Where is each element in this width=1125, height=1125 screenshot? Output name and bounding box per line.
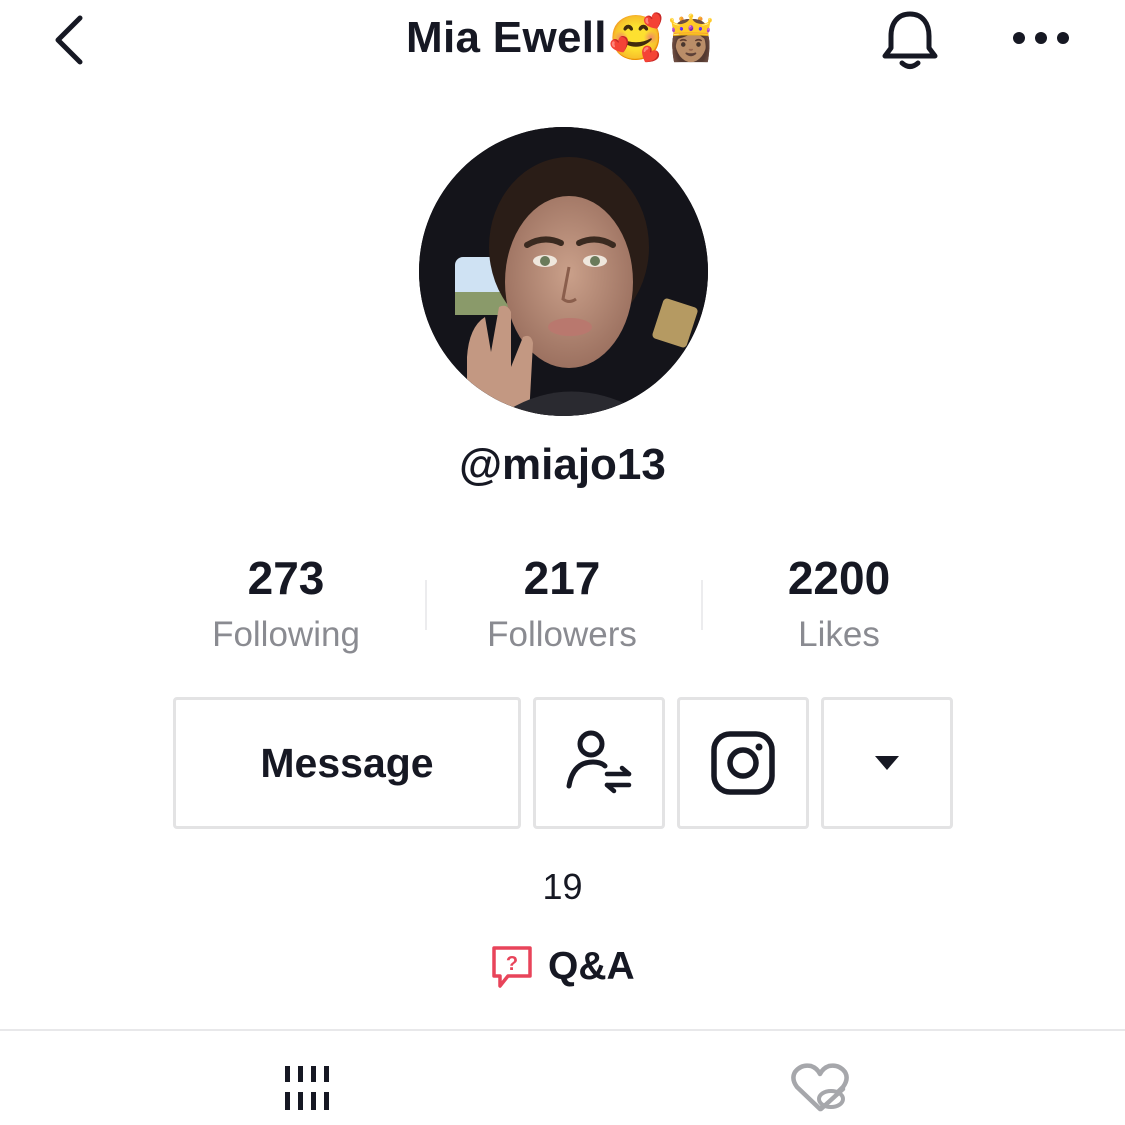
stat-likes[interactable]: 2200 Likes xyxy=(719,548,959,660)
title-emojis: 🥰👸🏽 xyxy=(608,14,719,63)
instagram-button[interactable] xyxy=(677,697,809,829)
qa-label: Q&A xyxy=(548,945,635,988)
stat-divider xyxy=(701,580,703,630)
notifications-button[interactable] xyxy=(873,5,947,75)
bio-text: 19 xyxy=(542,866,583,907)
username: @miajo13 xyxy=(459,440,666,489)
followers-label: Followers xyxy=(487,615,637,654)
likes-count: 2200 xyxy=(787,552,891,604)
page-title: Mia Ewell 🥰👸🏽 xyxy=(0,8,1125,68)
following-label: Following xyxy=(212,615,360,654)
qa-link[interactable]: ? Q&A xyxy=(490,940,635,994)
more-options-button[interactable] xyxy=(1002,10,1080,66)
profile-display-name: Mia Ewell xyxy=(406,13,607,62)
tab-divider xyxy=(0,1029,1125,1031)
user-swap-icon xyxy=(566,730,632,794)
caret-down-icon xyxy=(875,756,899,770)
likes-label: Likes xyxy=(798,615,880,654)
svg-text:?: ? xyxy=(506,953,518,975)
tab-liked[interactable] xyxy=(745,1050,895,1125)
more-actions-dropdown[interactable] xyxy=(821,697,953,829)
avatar-photo xyxy=(419,127,708,416)
grid-icon xyxy=(285,1065,329,1110)
following-count: 273 xyxy=(247,552,325,604)
heart-hidden-icon xyxy=(791,1062,849,1111)
stat-divider xyxy=(425,580,427,630)
message-button[interactable]: Message xyxy=(173,697,521,829)
instagram-icon xyxy=(711,731,775,795)
stat-following[interactable]: 273 Following xyxy=(166,548,406,660)
tab-videos[interactable] xyxy=(230,1050,380,1125)
more-horizontal-icon xyxy=(1013,32,1069,44)
profile-page: Mia Ewell 🥰👸🏽 @miajo13 273 Following 217… xyxy=(0,0,1125,1125)
friend-status-button[interactable] xyxy=(533,697,665,829)
question-bubble-icon: ? xyxy=(492,946,532,988)
followers-count: 217 xyxy=(523,552,601,604)
avatar[interactable] xyxy=(419,127,708,416)
stat-followers[interactable]: 217 Followers xyxy=(442,548,682,660)
bell-icon xyxy=(882,11,938,69)
